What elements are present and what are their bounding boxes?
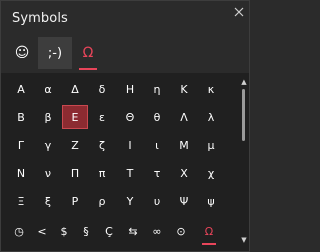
filter-selected-indicator (202, 243, 216, 245)
history-icon[interactable]: ◷ (8, 219, 30, 243)
symbol-cell[interactable]: Ρ (62, 189, 88, 213)
arrows-icon[interactable]: ⇆ (122, 219, 144, 243)
filter-section-sign[interactable]: § (75, 219, 97, 243)
filter-latin-symbols[interactable]: Ç (98, 219, 120, 243)
symbol-cell[interactable]: ε (89, 105, 115, 129)
symbol-cell[interactable]: Ι (117, 133, 143, 157)
title-bar: Symbols (1, 1, 249, 35)
symbol-cell[interactable]: γ (35, 133, 61, 157)
tab-emoji[interactable]: ☺ (5, 37, 39, 69)
panel-title: Symbols (12, 11, 68, 26)
symbol-cell[interactable]: Θ (117, 105, 143, 129)
symbol-grid: ΑαΔδΗηΚκ ΒβΕεΘθΛλ ΓγΖζΙιΜμ ΝνΠπΤτΧχ ΞξΡρΥυΨψ… (1, 73, 249, 251)
close-icon[interactable] (232, 5, 246, 19)
tab-kaomoji[interactable]: ;-) (38, 37, 72, 69)
symbol-cell[interactable]: ζ (89, 133, 115, 157)
category-tabs: ☺ ;-) Ω (1, 37, 249, 71)
symbol-cell[interactable]: χ (198, 161, 224, 185)
symbol-cell[interactable]: Μ (171, 133, 197, 157)
symbol-cell[interactable]: Ν (8, 161, 34, 185)
symbol-cell[interactable]: Π (62, 161, 88, 185)
symbol-cell[interactable]: Α (8, 77, 34, 101)
symbol-cell[interactable]: α (35, 77, 61, 101)
symbol-cell[interactable]: Ζ (62, 133, 88, 157)
symbol-cell[interactable]: Γ (8, 133, 34, 157)
symbol-cell[interactable]: τ (144, 161, 170, 185)
symbol-cell[interactable]: Κ (171, 77, 197, 101)
symbol-cell[interactable]: Χ (171, 161, 197, 185)
symbols-panel: Symbols ☺ ;-) Ω ΑαΔδΗηΚκ ΒβΕεΘθΛλ ΓγΖζΙιΜμ… (0, 0, 250, 252)
filter-currency[interactable]: $ (53, 219, 75, 243)
symbol-cell[interactable]: κ (198, 77, 224, 101)
symbol-cell[interactable]: ν (35, 161, 61, 185)
tab-symbols[interactable]: Ω (71, 37, 105, 70)
symbol-cell[interactable]: λ (198, 105, 224, 129)
scroll-down-icon[interactable]: ▼ (239, 235, 249, 245)
symbol-cell[interactable]: ψ (198, 189, 224, 213)
symbol-cell[interactable]: η (144, 77, 170, 101)
filter-math-symbols[interactable]: ∞ (146, 219, 168, 243)
filter-less-than[interactable]: < (31, 219, 53, 243)
symbol-cell[interactable]: Β (8, 105, 34, 129)
symbol-cell[interactable]: ι (144, 133, 170, 157)
symbol-cell[interactable]: ρ (89, 189, 115, 213)
scrollbar[interactable]: ▲ ▼ (241, 75, 247, 245)
omega-icon: Ω (82, 45, 94, 61)
symbol-cell[interactable]: π (89, 161, 115, 185)
symbol-cell[interactable]: μ (198, 133, 224, 157)
symbol-cell[interactable]: Λ (171, 105, 197, 129)
symbol-cell[interactable]: Δ (62, 77, 88, 101)
smiley-icon: ☺ (14, 45, 30, 61)
scroll-thumb[interactable] (242, 89, 245, 141)
filter-circled-symbols[interactable]: ⊙ (170, 219, 192, 243)
scroll-up-icon[interactable]: ▲ (239, 77, 249, 87)
symbol-cell[interactable]: Ψ (171, 189, 197, 213)
symbol-cell[interactable]: υ (144, 189, 170, 213)
symbol-cell[interactable]: β (35, 105, 61, 129)
symbol-cell[interactable]: ξ (35, 189, 61, 213)
symbol-cell[interactable]: Υ (117, 189, 143, 213)
symbol-cell[interactable]: Ξ (8, 189, 34, 213)
symbol-cell[interactable]: Ε (62, 105, 88, 129)
symbol-cell[interactable]: Η (117, 77, 143, 101)
kaomoji-label: ;-) (47, 45, 63, 61)
tab-selected-indicator (79, 68, 97, 70)
symbol-cell[interactable]: θ (144, 105, 170, 129)
symbol-cell[interactable]: Τ (117, 161, 143, 185)
symbol-cell[interactable]: δ (89, 77, 115, 101)
filter-greek-symbols[interactable]: Ω (198, 219, 220, 243)
